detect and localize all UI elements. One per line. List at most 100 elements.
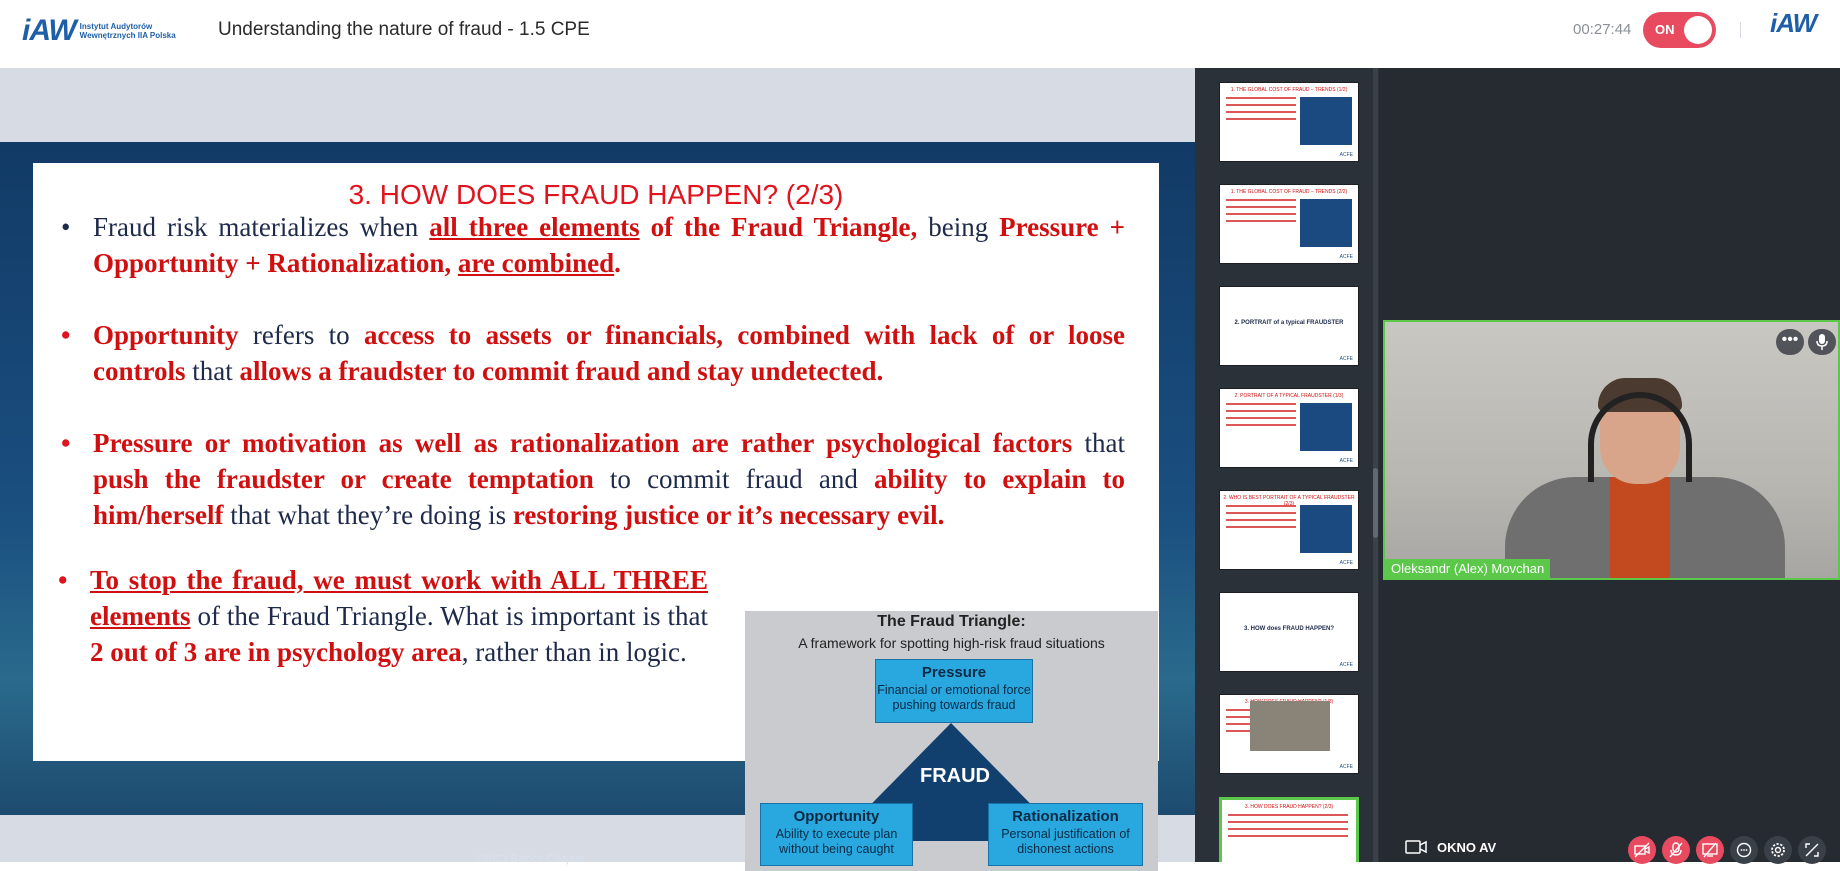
thumbnail-footer: ACFE [1339,356,1353,362]
slide-thumbnail-panel: 1. THE GLOBAL COST OF FRAUD – TRENDS (1/… [1195,68,1379,862]
bullet-dot: • [61,428,71,458]
record-toggle[interactable]: ON [1643,12,1716,48]
chat-icon [1736,842,1752,858]
gear-icon [1771,843,1785,857]
thumbnail-image [1300,403,1352,451]
bullet-4-text: , rather than in logic. [461,637,687,667]
divider [1740,22,1741,38]
slide-copyright: ©2023 Baltics Chapter [475,853,586,865]
microphone-icon[interactable] [1808,329,1836,355]
bullet-1-text: being [917,212,1000,242]
session-timer: 00:27:44 [1573,21,1632,38]
iaw-logo-small: iAW [1770,8,1817,38]
mic-off-button[interactable] [1662,836,1690,864]
thumbnail-footer: ACFE [1339,152,1353,158]
thumbnail-image [1300,97,1352,145]
slide-thumbnail[interactable]: 1. THE GLOBAL COST OF FRAUD – TRENDS (2/… [1219,184,1359,264]
rationalization-box: Rationalization Personal justification o… [988,803,1143,866]
pressure-desc: Financial or emotional force pushing tow… [877,683,1031,712]
thumbnail-text-line [1226,403,1296,405]
thumbnail-footer: ACFE [1339,458,1353,464]
settings-button[interactable] [1764,836,1792,864]
thumbnail-text-line [1226,417,1296,419]
logo-text: Instytut Audytorów Wewnętrznych IIA Pols… [80,22,176,40]
bullet-2-emphasis: Opportunity [93,320,239,350]
av-window-label: OKNO AV [1437,839,1497,855]
mic-off-icon [1669,842,1683,858]
bullet-1-emphasis: all three elements [429,212,640,242]
bullet-2: • Opportunity refers to access to assets… [61,317,1125,389]
bullet-1-text: . [614,248,621,278]
pressure-box: Pressure Financial or emotional force pu… [875,659,1033,723]
participant-video[interactable]: ••• Oleksandr (Alex) Movchan [1383,320,1840,580]
thumbnail-image [1300,505,1352,553]
screen-share-off-icon [1702,842,1718,858]
av-window-button[interactable]: OKNO AV [1405,839,1496,855]
slide-title: 3. HOW DOES FRAUD HAPPEN? (2/3) [348,179,844,210]
pressure-title: Pressure [921,664,987,681]
bullet-4-emphasis: 2 out of 3 are in psychology area [90,637,462,667]
triangle-subtitle: A framework for spotting high-risk fraud… [798,635,1105,651]
thumbnail-text-line [1226,526,1296,528]
bullet-1-emphasis: of the Fraud Triangle, [639,212,918,242]
slide-thumbnail[interactable]: 2. PORTRAIT OF A TYPICAL FRAUDSTER (1/3)… [1219,388,1359,468]
thumbnail-title: 1. THE GLOBAL COST OF FRAUD – TRENDS (2/… [1230,189,1348,195]
thumbnail-text-line [1228,814,1348,816]
slide-thumbnail[interactable]: 2. PORTRAIT of a typical FRAUDSTER ACFE [1219,286,1359,366]
bullet-1-emphasis: are combined [457,248,615,278]
fullscreen-button[interactable] [1798,836,1826,864]
thumbnail-text-line [1226,118,1296,120]
page-title: Understanding the nature of fraud - 1.5 … [218,19,590,40]
call-controls [1628,836,1832,864]
opportunity-box: Opportunity Ability to execute plan with… [760,803,913,866]
screen-share-off-button[interactable] [1696,836,1724,864]
logo-mark-small: iAW [1770,8,1817,38]
camera-off-button[interactable] [1628,836,1656,864]
thumbnail-text-line [1226,505,1296,507]
bullet-3-emphasis: restoring justice or it’s necessary evil… [512,500,945,530]
thumbnail-text-line [1226,111,1296,113]
thumbnail-text-line [1226,519,1296,521]
bullet-2-emphasis: allows a fraudster to commit fraud and s… [239,356,884,386]
video-panel: ••• Oleksandr (Alex) Movchan OKNO AV [1379,68,1840,862]
slide-thumbnail[interactable]: 3. HOW DOES FRAUD HAPPEN? (2/3)ACFE [1219,797,1359,862]
presentation-stage: 3. HOW DOES FRAUD HAPPEN? (2/3) • Fraud … [0,68,1195,871]
logo-line-2: Wewnętrznych IIA Polska [79,31,176,40]
slide-thumbnail[interactable]: 2. WHO IS BEST PORTRAIT OF A TYPICAL FRA… [1219,490,1359,570]
thumbnail-footer: ACFE [1339,662,1353,668]
bullet-dot: • [58,565,68,595]
bullet-1-text: Fraud risk materializes when [93,212,430,242]
bullet-4-text: of the Fraud Triangle. What is important… [190,601,708,631]
chat-button[interactable] [1730,836,1758,864]
thumbnail-footer: ACFE [1339,254,1353,260]
bullet-3-text: that [1072,428,1126,458]
expand-icon [1805,843,1819,857]
opportunity-desc: Ability to execute plan without being ca… [775,827,898,856]
logo-mark: iAW [22,14,77,47]
thumbnail-text-line [1226,424,1296,426]
camera-off-icon [1634,842,1650,858]
thumbnail-scrollbar[interactable] [1373,68,1378,862]
bullet-dot: • [61,320,71,350]
scrollbar-thumb[interactable] [1373,468,1378,538]
bullet-dot: • [61,212,71,242]
speaker-shirt [1610,477,1670,578]
more-options-button[interactable]: ••• [1776,329,1804,355]
rationalization-title: Rationalization [1012,808,1119,825]
triangle-title: The Fraud Triangle: [877,613,1026,630]
fraud-center-label: FRAUD [920,765,990,787]
slide-thumbnail[interactable]: 1. THE GLOBAL COST OF FRAUD – TRENDS (1/… [1219,82,1359,162]
camera-icon [1405,840,1427,854]
bullet-4: • To stop the fraud, we must work with A… [58,562,708,670]
bullet-2-text: that [185,356,240,386]
bullet-3-text: that what they’re doing is [223,500,513,530]
bullet-2-text: refers to [238,320,364,350]
thumbnail-title: 2. PORTRAIT OF A TYPICAL FRAUDSTER (1/3) [1234,393,1344,399]
slide-thumbnail[interactable]: 3. HOW does FRAUD HAPPEN? ACFE [1219,592,1359,672]
thumbnail-footer: ACFE [1339,560,1353,566]
bullet-3-text: to commit fraud and [593,464,874,494]
thumbnail-title: 3. HOW DOES FRAUD HAPPEN? (2/3) [1244,804,1334,810]
thumbnail-text-line [1226,104,1296,106]
slide-thumbnail[interactable]: 3. HOW DOES FRAUD HAPPEN? (1/3)ACFE [1219,694,1359,774]
record-toggle-label: ON [1655,22,1675,37]
